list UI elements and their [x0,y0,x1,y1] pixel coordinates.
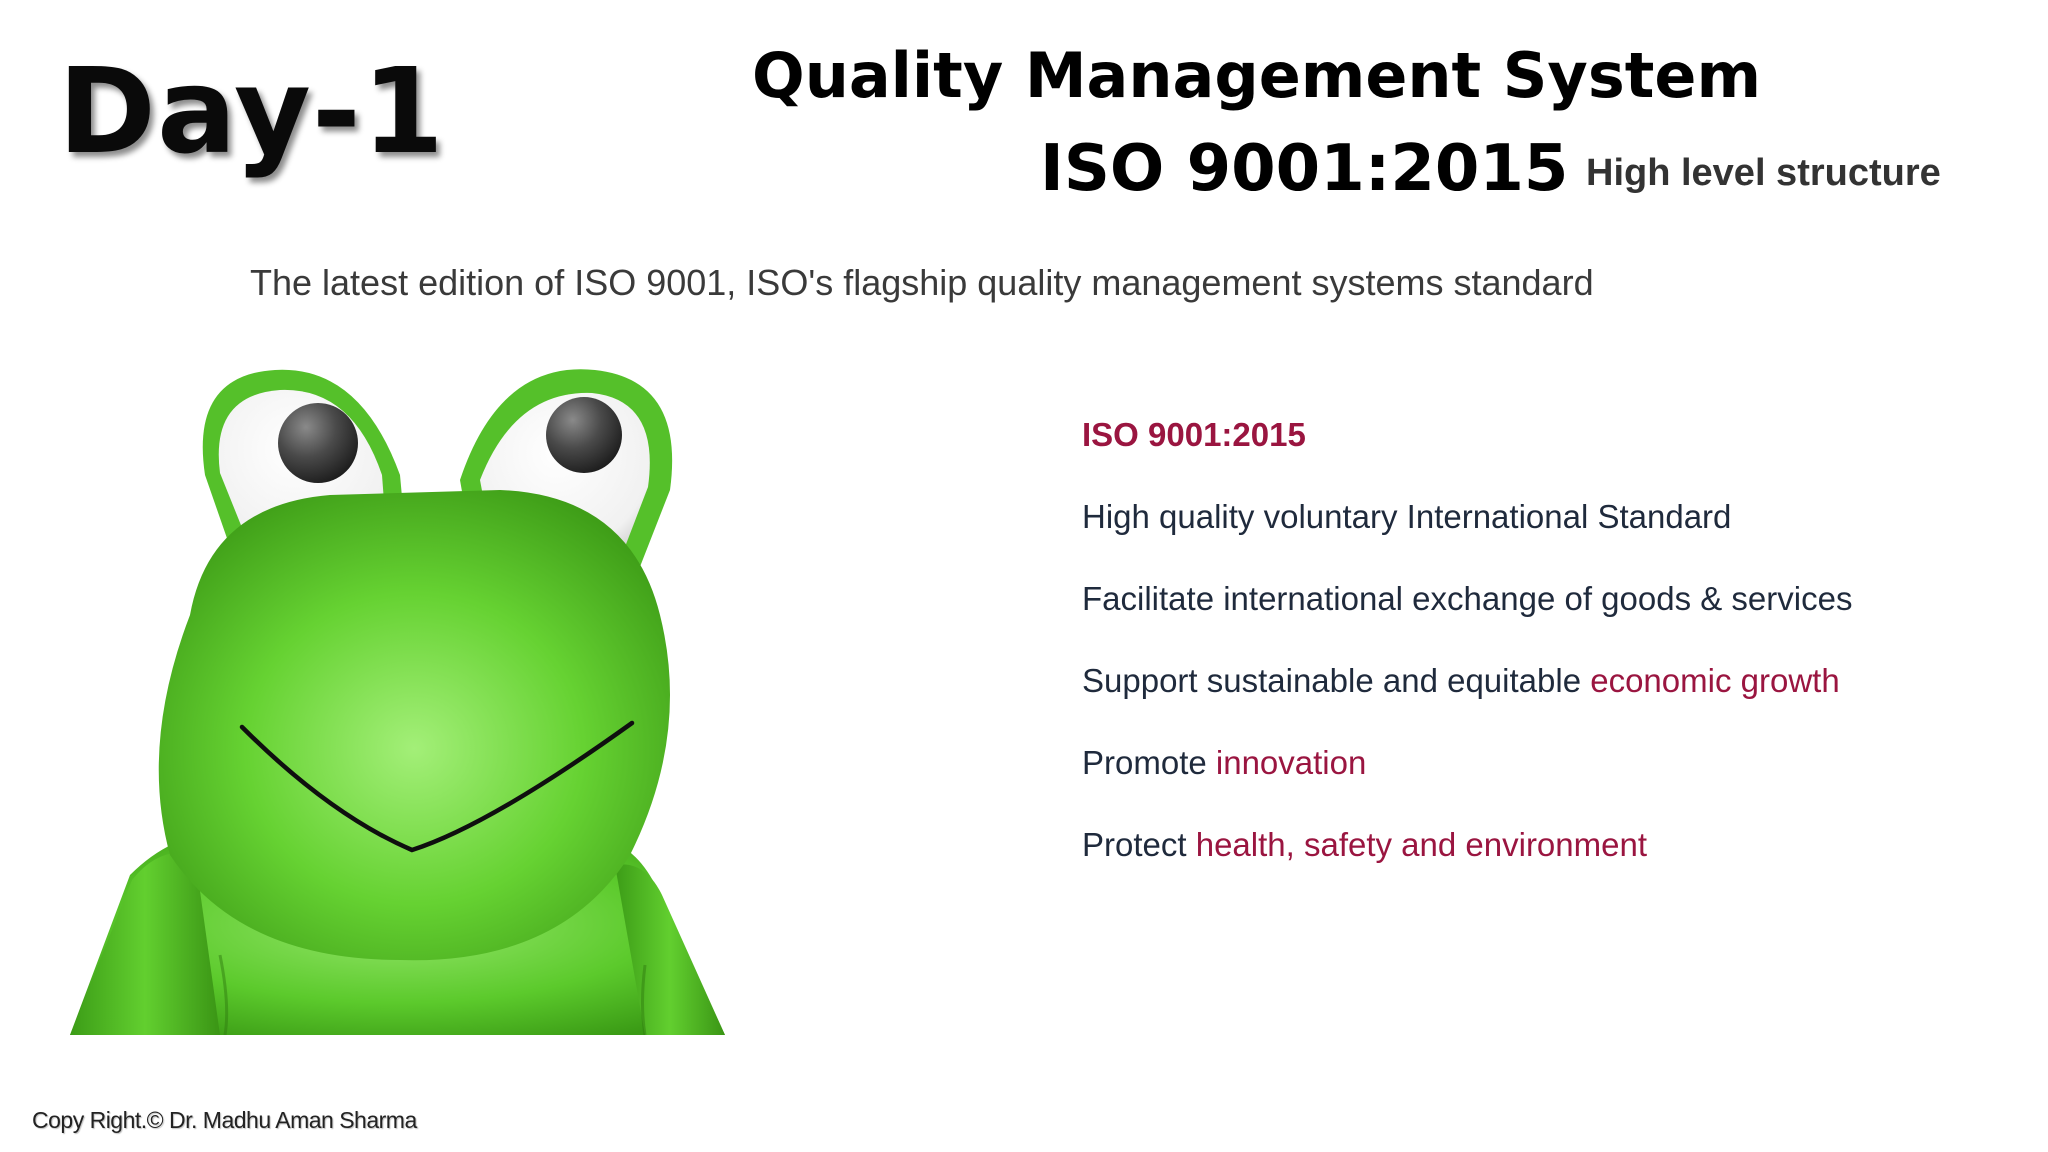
bullet-item: High quality voluntary International Sta… [1082,498,1732,535]
bullet-accent-text: economic growth [1590,662,1840,699]
copyright-notice: Copy Right.© Dr. Madhu Aman Sharma [32,1107,417,1133]
slide-title: Quality Management System [752,39,1762,112]
bullet-accent-text: health, safety and environment [1195,826,1648,863]
slide-title-standard: ISO 9001:2015 [1040,132,1569,206]
day-label: Day-1 [58,42,445,180]
slide: Day-1 Quality Management System ISO 9001… [0,0,2048,1152]
iso-bullet-list: ISO 9001:2015 High quality voluntary Int… [1082,394,1852,886]
high-level-structure-label: High level structure [1586,152,1941,194]
bullet-heading: ISO 9001:2015 [1082,416,1306,453]
bullet-text: Protect [1082,826,1196,863]
bullet-item: Support sustainable and equitable econom… [1082,640,1852,722]
frog-mascot-icon [70,369,725,1035]
bullet-text: Promote [1082,744,1216,781]
bullet-item: Facilitate international exchange of goo… [1082,580,1853,617]
bullet-item: Protect health, safety and environment [1082,804,1852,886]
bullet-text: Support sustainable and equitable [1082,662,1591,699]
intro-text: The latest edition of ISO 9001, ISO's fl… [250,262,1594,303]
bullet-accent-text: innovation [1215,744,1367,781]
bullet-item: Promote innovation [1082,722,1852,804]
